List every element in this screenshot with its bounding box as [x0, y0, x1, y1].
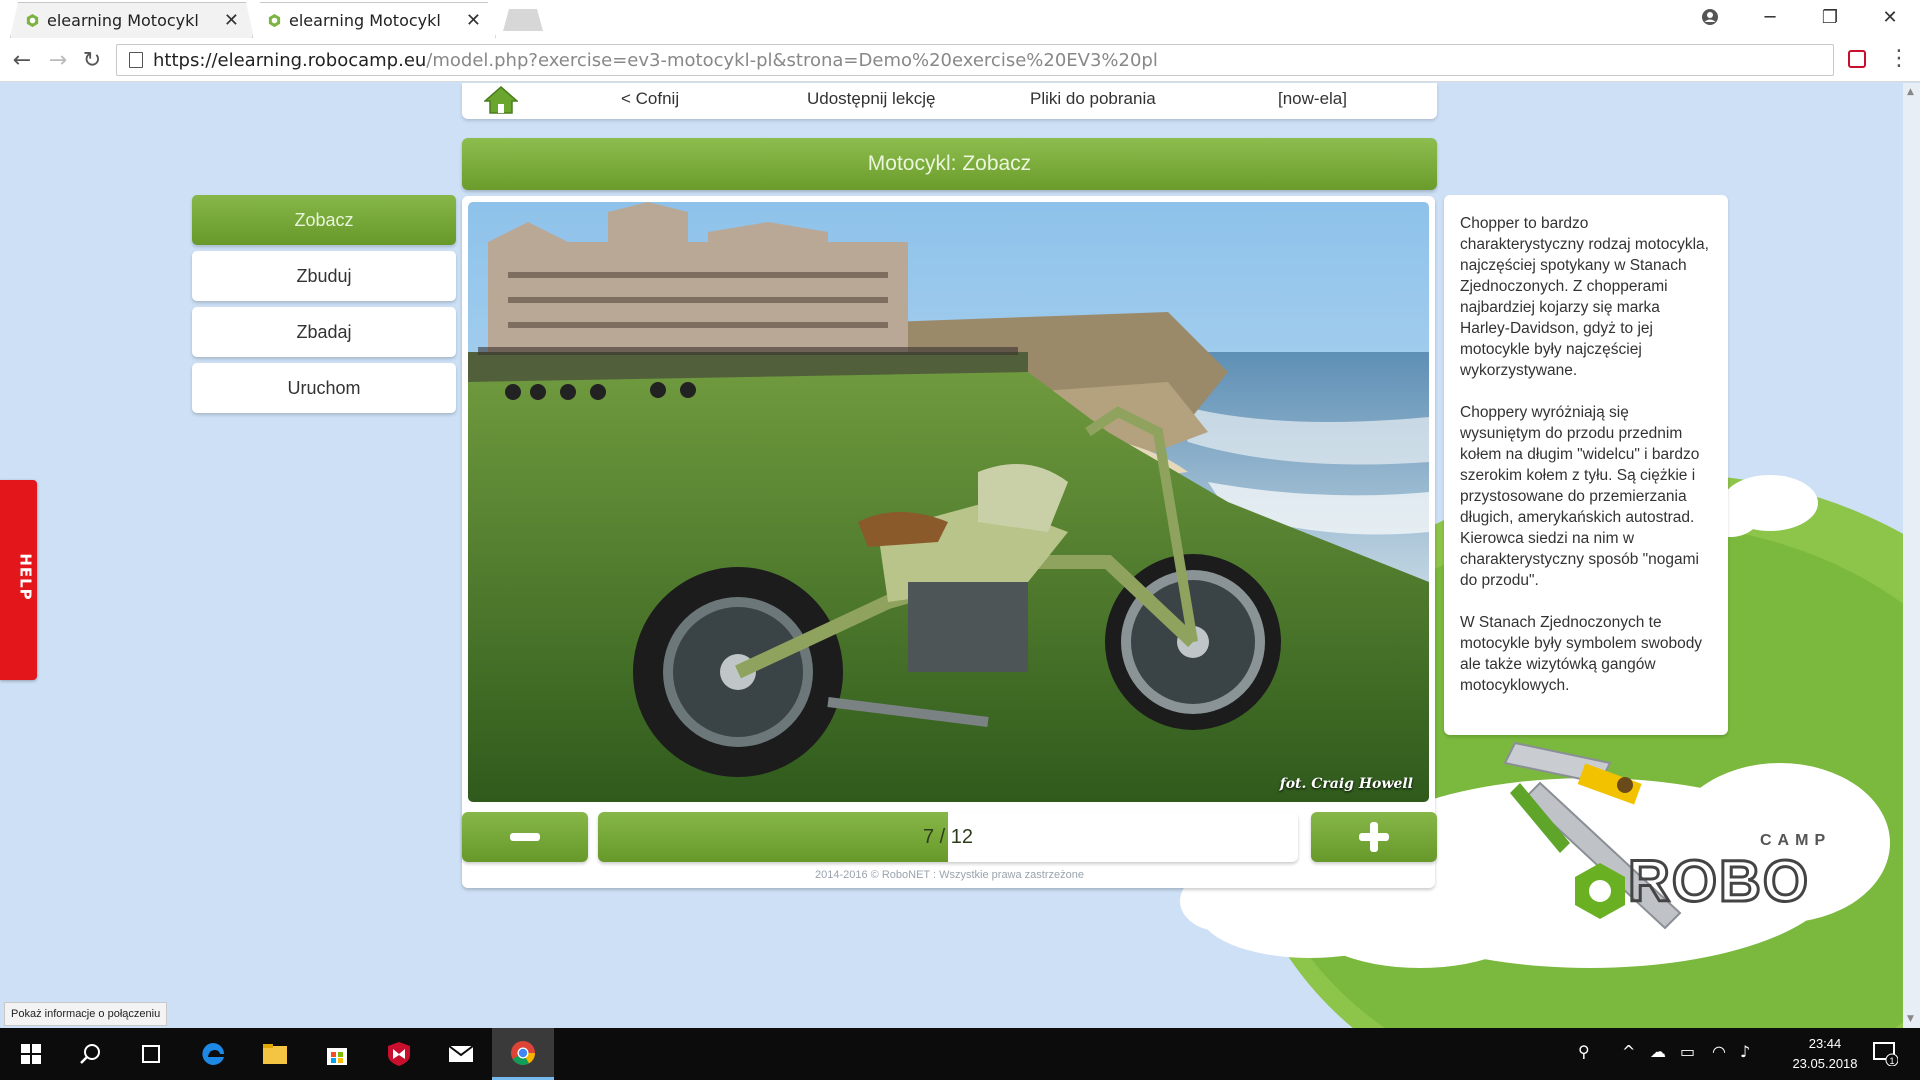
tab-close-icon[interactable]: ✕ — [466, 10, 481, 31]
forward-arrow-icon[interactable]: → — [44, 46, 72, 74]
url-path: /model.php?exercise=ev3-motocykl-pl&stro… — [426, 49, 1158, 71]
mail-icon[interactable] — [430, 1028, 492, 1080]
people-icon[interactable]: ⚲ — [1578, 1042, 1590, 1061]
scroll-down-icon[interactable]: ▼ — [1907, 1014, 1914, 1024]
tab-close-icon[interactable]: ✕ — [224, 10, 239, 31]
profile-icon[interactable] — [1680, 0, 1740, 34]
copyright-notice: 2014-2016 © RoboNET : Wszystkie prawa za… — [815, 869, 1084, 881]
mcafee-icon[interactable] — [368, 1028, 430, 1080]
back-link[interactable]: < Cofnij — [621, 89, 679, 109]
page-scrollbar[interactable]: ▲ ▼ — [1903, 83, 1920, 1028]
page-viewport: CAMP ROBO < Cofnij Udostępnij lekcję Pli… — [0, 83, 1920, 1028]
task-view-icon[interactable] — [120, 1028, 182, 1080]
battery-icon[interactable]: ▭ — [1680, 1042, 1695, 1061]
menu-item-zbadaj[interactable]: Zbadaj — [192, 307, 456, 357]
svg-text:ROBO: ROBO — [1628, 849, 1810, 914]
edge-browser-icon[interactable] — [182, 1028, 244, 1080]
slide-counter: 7 / 12 — [922, 825, 974, 848]
help-label: HELP — [16, 553, 35, 601]
tab-title: elearning Motocykl — [47, 11, 199, 30]
motorcycle-photo: fot. Craig Howell — [468, 202, 1429, 802]
photo-frame: fot. Craig Howell — [462, 196, 1435, 888]
connection-info-popup: Pokaż informacje o połączeniu — [4, 1002, 168, 1026]
scroll-up-icon[interactable]: ▲ — [1907, 87, 1914, 97]
lesson-title: Motocykl: Zobacz — [462, 138, 1437, 190]
url-host: https://elearning.robocamp.eu — [153, 49, 427, 71]
clock-date: 23.05.2018 — [1792, 1056, 1858, 1071]
minus-icon — [510, 833, 540, 841]
windows-start-icon[interactable] — [0, 1028, 62, 1080]
browser-menu-icon[interactable]: ⋮ — [1888, 46, 1910, 71]
lesson-top-nav: < Cofnij Udostępnij lekcję Pliki do pobr… — [462, 83, 1437, 119]
chrome-icon[interactable] — [492, 1028, 554, 1080]
svg-text:1: 1 — [1890, 1056, 1895, 1066]
description-paragraph: W Stanach Zjednoczonych te motocykle był… — [1460, 614, 1703, 694]
browser-tab-1[interactable]: elearning Motocykl ✕ — [10, 2, 254, 38]
home-icon[interactable] — [484, 85, 518, 115]
clock-time: 23:44 — [1808, 1036, 1842, 1051]
description-paragraph: Chopper to bardzo charakterystyczny rodz… — [1460, 215, 1709, 379]
downloads-link[interactable]: Pliki do pobrania — [1030, 89, 1156, 109]
help-tab[interactable]: HELP — [0, 480, 37, 680]
new-tab-button[interactable] — [503, 9, 543, 31]
share-lesson-link[interactable]: Udostępnij lekcję — [807, 89, 936, 109]
description-paragraph: Choppery wyróżniają się wysuniętym do pr… — [1460, 404, 1700, 589]
page-info-icon[interactable] — [129, 52, 143, 68]
browser-toolbar: ← → ↻ https://elearning.robocamp.eu/mode… — [0, 38, 1920, 82]
action-center-icon[interactable]: 1 — [1872, 1040, 1899, 1070]
site-favicon-icon — [267, 13, 282, 28]
browser-tab-bar: elearning Motocykl ✕ elearning Motocykl … — [0, 0, 1920, 38]
menu-item-zobacz[interactable]: Zobacz — [192, 195, 456, 245]
lesson-side-menu: Zobacz Zbuduj Zbadaj Uruchom — [192, 195, 456, 419]
minimize-icon[interactable]: ─ — [1740, 0, 1800, 34]
previous-slide-button[interactable] — [462, 812, 588, 862]
file-explorer-icon[interactable] — [244, 1028, 306, 1080]
next-slide-button[interactable] — [1311, 812, 1437, 862]
window-close-icon[interactable]: ✕ — [1860, 0, 1920, 34]
store-icon[interactable] — [306, 1028, 368, 1080]
wifi-icon[interactable]: ◠ — [1712, 1042, 1726, 1061]
volume-icon[interactable]: ♪ — [1740, 1042, 1750, 1061]
photo-credit: fot. Craig Howell — [1279, 776, 1413, 792]
menu-item-zbuduj[interactable]: Zbuduj — [192, 251, 456, 301]
back-arrow-icon[interactable]: ← — [8, 46, 36, 74]
onedrive-icon[interactable]: ☁ — [1650, 1042, 1666, 1061]
user-link[interactable]: [now-ela] — [1278, 89, 1347, 109]
site-favicon-icon — [25, 13, 40, 28]
windows-taskbar: ⚲ ^ ☁ ▭ ◠ ♪ 23:44 23.05.2018 1 — [0, 1028, 1920, 1080]
description-panel: Chopper to bardzo charakterystyczny rodz… — [1444, 195, 1728, 735]
taskbar-clock[interactable]: 23:44 23.05.2018 — [1780, 1034, 1870, 1074]
restore-icon[interactable]: ❐ — [1800, 0, 1860, 34]
address-bar[interactable]: https://elearning.robocamp.eu/model.php?… — [116, 44, 1834, 76]
browser-tab-2[interactable]: elearning Motocykl ✕ — [252, 2, 496, 38]
reload-icon[interactable]: ↻ — [78, 46, 106, 74]
tab-title: elearning Motocykl — [289, 11, 441, 30]
show-hidden-icons-icon[interactable]: ^ — [1622, 1042, 1635, 1061]
menu-item-uruchom[interactable]: Uruchom — [192, 363, 456, 413]
search-icon[interactable] — [60, 1028, 122, 1080]
slide-progress-bar: 7 / 12 — [598, 812, 1298, 862]
svg-text:CAMP: CAMP — [1760, 832, 1831, 849]
extension-icon[interactable] — [1848, 50, 1866, 68]
